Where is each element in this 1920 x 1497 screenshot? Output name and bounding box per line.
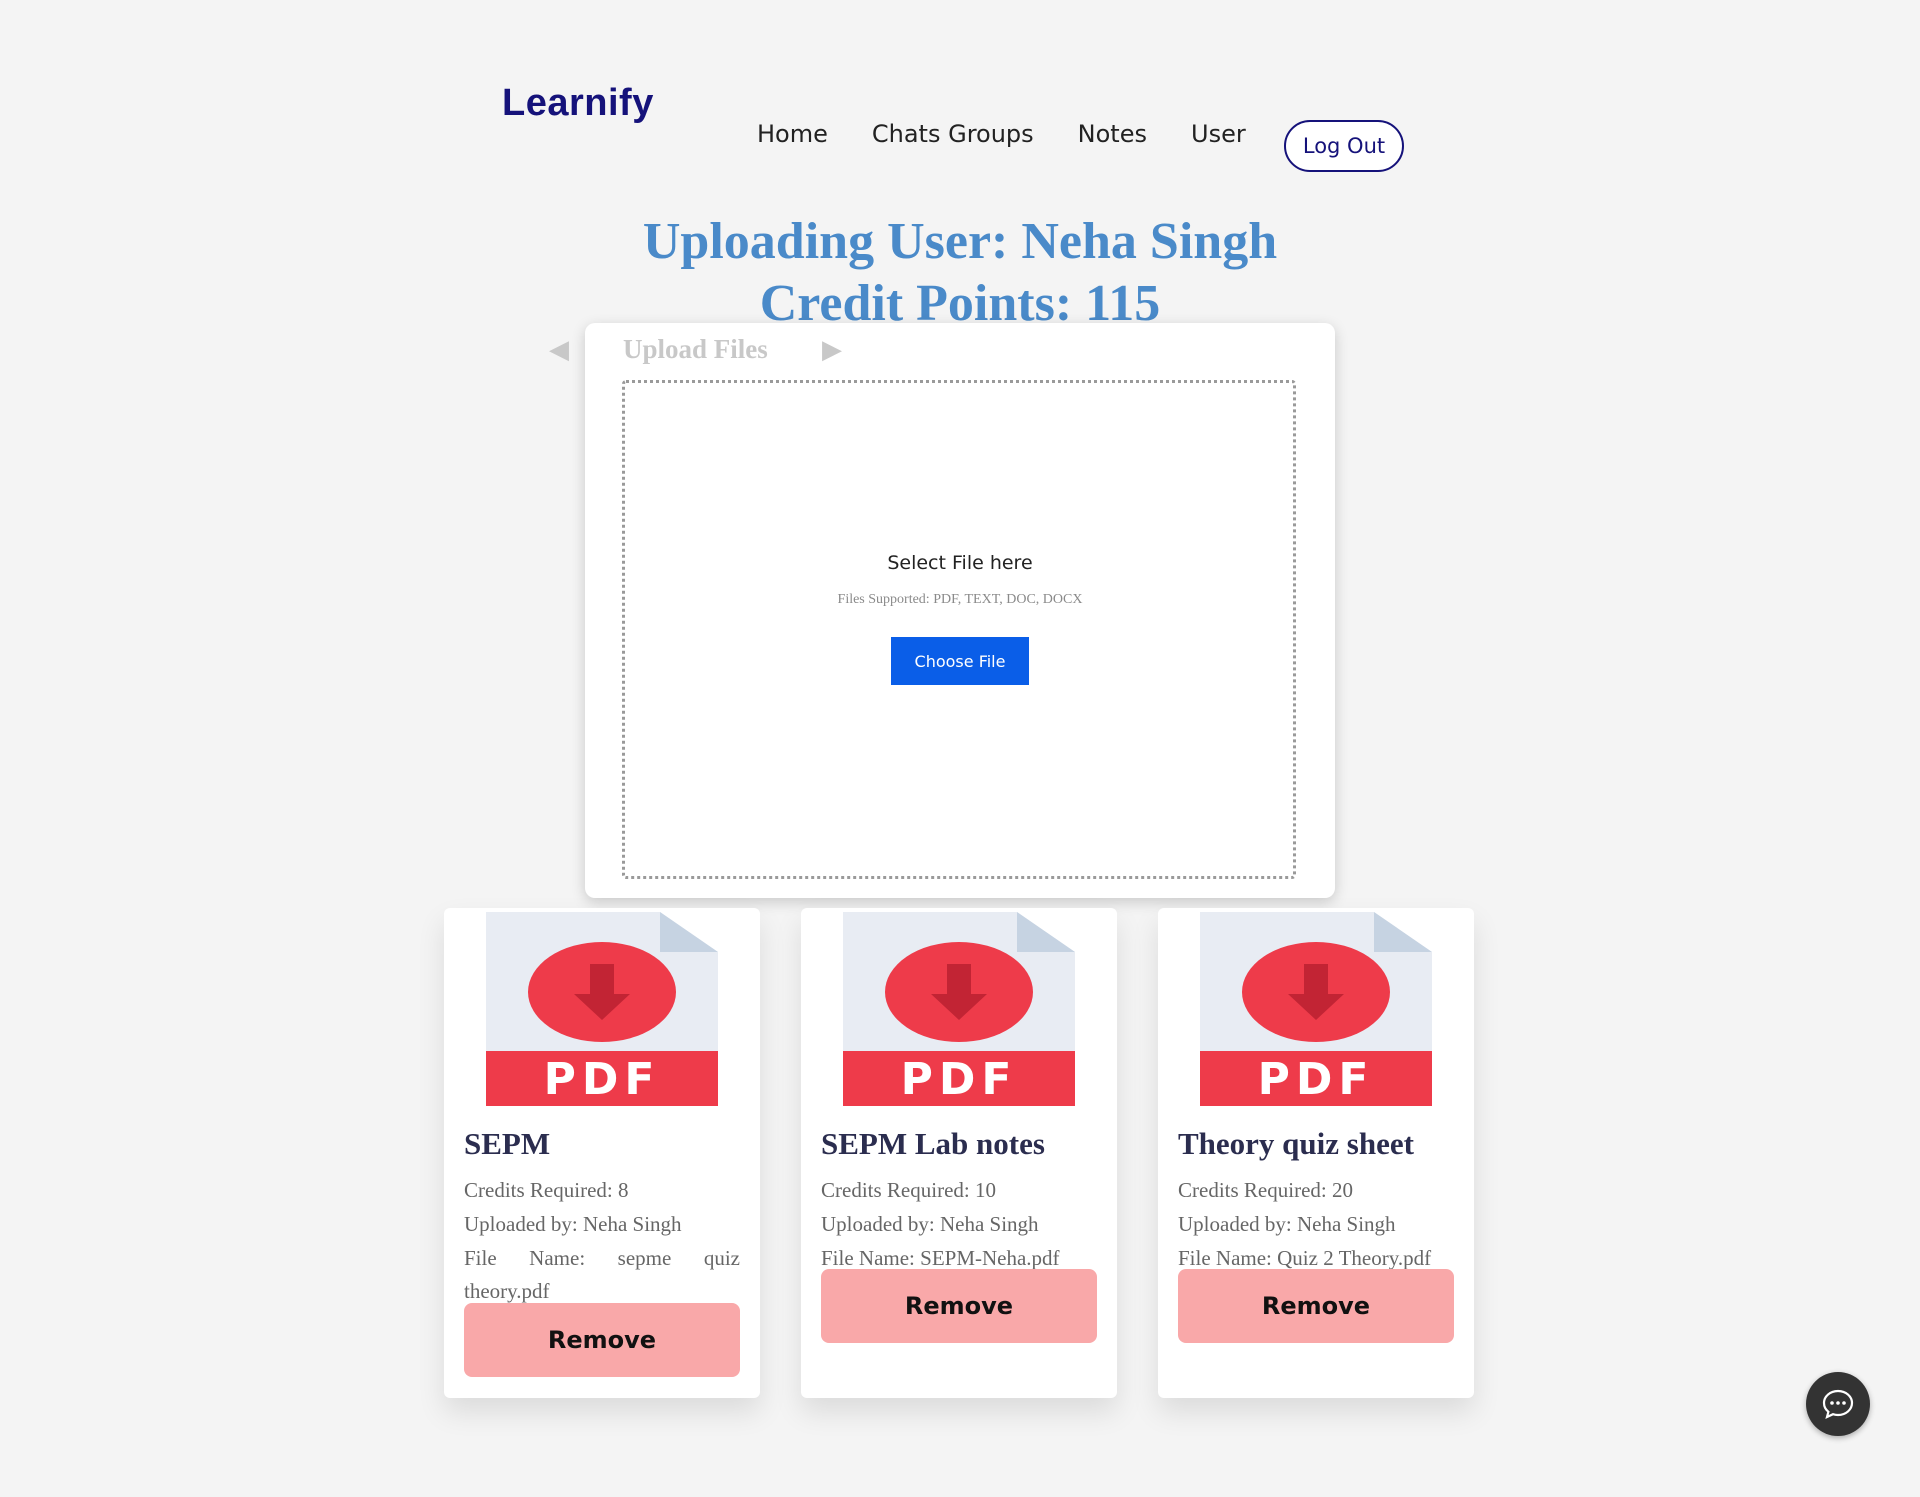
carousel-next-icon[interactable]: ▶: [822, 334, 842, 365]
nav-home[interactable]: Home: [757, 120, 828, 148]
note-uploader: Uploaded by: Neha Singh: [821, 1212, 1039, 1236]
carousel-prev-icon[interactable]: ◀: [549, 334, 569, 365]
nav-chats-groups[interactable]: Chats Groups: [872, 120, 1034, 148]
nav-notes[interactable]: Notes: [1078, 120, 1147, 148]
uploading-user-heading: Uploading User: Neha Singh: [642, 213, 1278, 270]
note-title: Theory quiz sheet: [1178, 1126, 1414, 1161]
pdf-download-icon[interactable]: PDF: [486, 912, 718, 1106]
svg-text:PDF: PDF: [901, 1054, 1018, 1105]
pdf-download-icon[interactable]: PDF: [1200, 912, 1432, 1106]
app-logo[interactable]: Learnify: [502, 82, 654, 125]
choose-file-button[interactable]: Choose File: [891, 637, 1029, 685]
file-dropzone[interactable]: [622, 380, 1296, 879]
chat-button[interactable]: [1806, 1372, 1870, 1436]
supported-formats-text: Files Supported: PDF, TEXT, DOC, DOCX: [837, 592, 1083, 607]
note-title: SEPM Lab notes: [821, 1126, 1045, 1161]
note-credits: Credits Required: 10: [821, 1178, 996, 1202]
note-card: PDF Theory quiz sheet Credits Required: …: [1158, 908, 1474, 1398]
nav-user[interactable]: User: [1191, 120, 1246, 148]
svg-text:PDF: PDF: [544, 1054, 661, 1105]
note-uploader: Uploaded by: Neha Singh: [1178, 1212, 1396, 1236]
select-file-label: Select File here: [887, 552, 1033, 574]
note-card: PDF SEPM Lab notes Credits Required: 10 …: [801, 908, 1117, 1398]
note-credits: Credits Required: 8: [464, 1178, 629, 1202]
note-title: SEPM: [464, 1126, 551, 1161]
logout-button[interactable]: Log Out: [1284, 120, 1404, 172]
chat-bubble-icon: [1822, 1389, 1854, 1419]
remove-button[interactable]: Remove: [464, 1303, 740, 1377]
main-nav: Home Chats Groups Notes User: [757, 120, 1290, 148]
note-uploader: Uploaded by: Neha Singh: [464, 1212, 682, 1236]
upload-files-title: Upload Files: [623, 334, 768, 364]
note-card: PDF SEPM Credits Required: 8 Uploaded by…: [444, 908, 760, 1398]
note-file-name: File Name: sepme quiz theory.pdf: [464, 1246, 740, 1303]
remove-button[interactable]: Remove: [1178, 1269, 1454, 1343]
svg-text:PDF: PDF: [1258, 1054, 1375, 1105]
pdf-download-icon[interactable]: PDF: [843, 912, 1075, 1106]
note-credits: Credits Required: 20: [1178, 1178, 1353, 1202]
remove-button[interactable]: Remove: [821, 1269, 1097, 1343]
